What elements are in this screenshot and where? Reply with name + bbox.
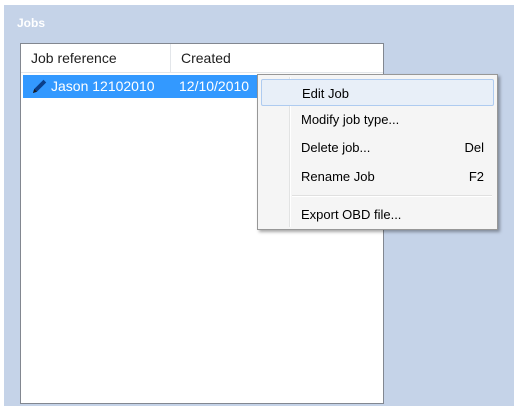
column-header-job-reference[interactable]: Job reference [21,44,171,72]
menu-item-label: Rename Job [301,169,375,184]
panel-title: Jobs [17,16,46,30]
menu-item-label: Modify job type... [301,112,400,127]
menu-item-label: Export OBD file... [301,207,402,222]
menu-item-label: Delete job... [301,140,371,155]
menu-item-rename-job[interactable]: Rename Job F2 [261,163,494,190]
pencil-icon [33,79,47,93]
menu-item-shortcut: F2 [468,169,484,184]
menu-item-label: Edit Job [302,86,349,101]
menu-item-delete-job[interactable]: Delete job... Del [261,134,494,161]
menu-item-edit-job[interactable]: Edit Job [261,79,494,106]
menu-separator [292,195,492,197]
list-header: Job reference Created [21,44,383,73]
column-header-created[interactable]: Created [171,44,291,72]
menu-item-export-obd-file[interactable]: Export OBD file... [261,201,494,228]
created-cell: 12/10/2010 [179,78,250,94]
menu-item-shortcut: Del [464,140,484,155]
job-reference-cell: Jason 12102010 [51,78,155,94]
context-menu: Edit Job Modify job type... Delete job..… [257,74,498,230]
menu-item-modify-job-type[interactable]: Modify job type... [261,106,494,133]
